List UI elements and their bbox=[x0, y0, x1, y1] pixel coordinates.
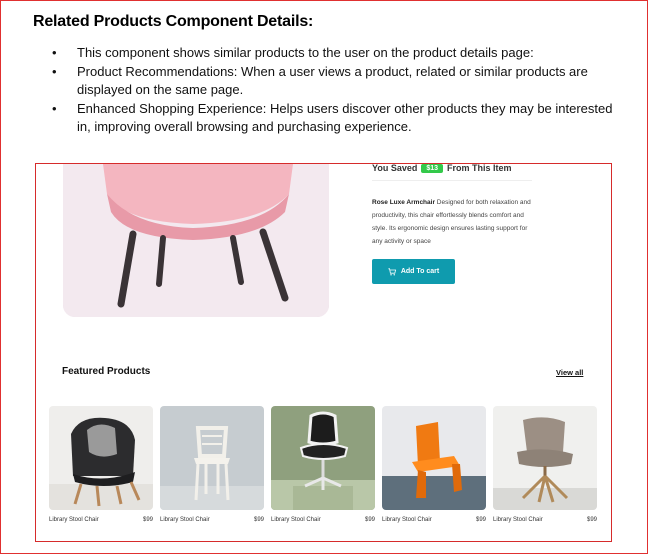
product-card[interactable]: Library Stool Chair $99 bbox=[493, 406, 597, 523]
product-card[interactable]: Library Stool Chair $99 bbox=[49, 406, 153, 523]
product-name: Rose Luxe Armchair bbox=[372, 199, 435, 206]
bullet-glyph: • bbox=[52, 63, 57, 79]
product-price: $99 bbox=[364, 517, 375, 523]
black-chair-illustration bbox=[49, 406, 153, 510]
product-image bbox=[271, 406, 375, 510]
product-name: Library Stool Chair bbox=[160, 517, 210, 523]
cart-icon bbox=[388, 267, 396, 276]
armchair-illustration bbox=[63, 164, 329, 317]
product-price: $99 bbox=[586, 517, 597, 523]
bullet-text: Product Recommendations: When a user vie… bbox=[77, 63, 588, 98]
product-meta: Library Stool Chair $99 bbox=[382, 517, 486, 523]
product-image bbox=[493, 406, 597, 510]
divider bbox=[372, 180, 532, 181]
taupe-chair-illustration bbox=[493, 406, 597, 510]
add-to-cart-button[interactable]: Add To cart bbox=[372, 259, 455, 284]
embedded-screenshot: You Saved $13 From This Item Rose Luxe A… bbox=[35, 163, 612, 542]
featured-products-title: Featured Products bbox=[62, 366, 151, 377]
bullet-item: • Enhanced Shopping Experience: Helps use… bbox=[52, 100, 622, 137]
document-heading: Related Products Component Details: bbox=[33, 13, 314, 30]
product-name: Library Stool Chair bbox=[493, 517, 543, 523]
product-image bbox=[382, 406, 486, 510]
product-price: $99 bbox=[253, 517, 264, 523]
product-image bbox=[49, 406, 153, 510]
product-card[interactable]: Library Stool Chair $99 bbox=[160, 406, 264, 523]
saved-amount-badge: $13 bbox=[421, 164, 444, 173]
add-to-cart-label: Add To cart bbox=[400, 268, 440, 275]
bullet-item: • Product Recommendations: When a user vi… bbox=[52, 63, 622, 100]
product-image bbox=[160, 406, 264, 510]
product-meta: Library Stool Chair $99 bbox=[49, 517, 153, 523]
bullet-glyph: • bbox=[52, 45, 57, 60]
office-chair-illustration bbox=[271, 406, 375, 510]
product-price: $99 bbox=[142, 517, 153, 523]
saved-prefix: You Saved bbox=[372, 163, 418, 173]
product-meta: Library Stool Chair $99 bbox=[271, 517, 375, 523]
white-chair-illustration bbox=[160, 406, 264, 510]
bullet-text: This component shows similar products to… bbox=[77, 45, 534, 60]
product-name: Library Stool Chair bbox=[382, 517, 432, 523]
product-name: Library Stool Chair bbox=[49, 517, 99, 523]
product-name: Library Stool Chair bbox=[271, 517, 321, 523]
product-description: Rose Luxe Armchair Designed for both rel… bbox=[372, 196, 532, 248]
saved-suffix: From This Item bbox=[447, 163, 512, 173]
product-meta: Library Stool Chair $99 bbox=[493, 517, 597, 523]
view-all-link[interactable]: View all bbox=[556, 368, 583, 377]
bullet-glyph: • bbox=[52, 100, 57, 116]
bullet-list: • This component shows similar products t… bbox=[52, 44, 622, 137]
bullet-text: Enhanced Shopping Experience: Helps user… bbox=[77, 100, 613, 135]
savings-line: You Saved $13 From This Item bbox=[372, 163, 512, 173]
orange-chair-illustration bbox=[382, 406, 486, 510]
product-price: $99 bbox=[475, 517, 486, 523]
product-card[interactable]: Library Stool Chair $99 bbox=[271, 406, 375, 523]
product-meta: Library Stool Chair $99 bbox=[160, 517, 264, 523]
bullet-item: • This component shows similar products t… bbox=[52, 44, 622, 63]
product-card[interactable]: Library Stool Chair $99 bbox=[382, 406, 486, 523]
product-image-armchair bbox=[63, 164, 329, 317]
